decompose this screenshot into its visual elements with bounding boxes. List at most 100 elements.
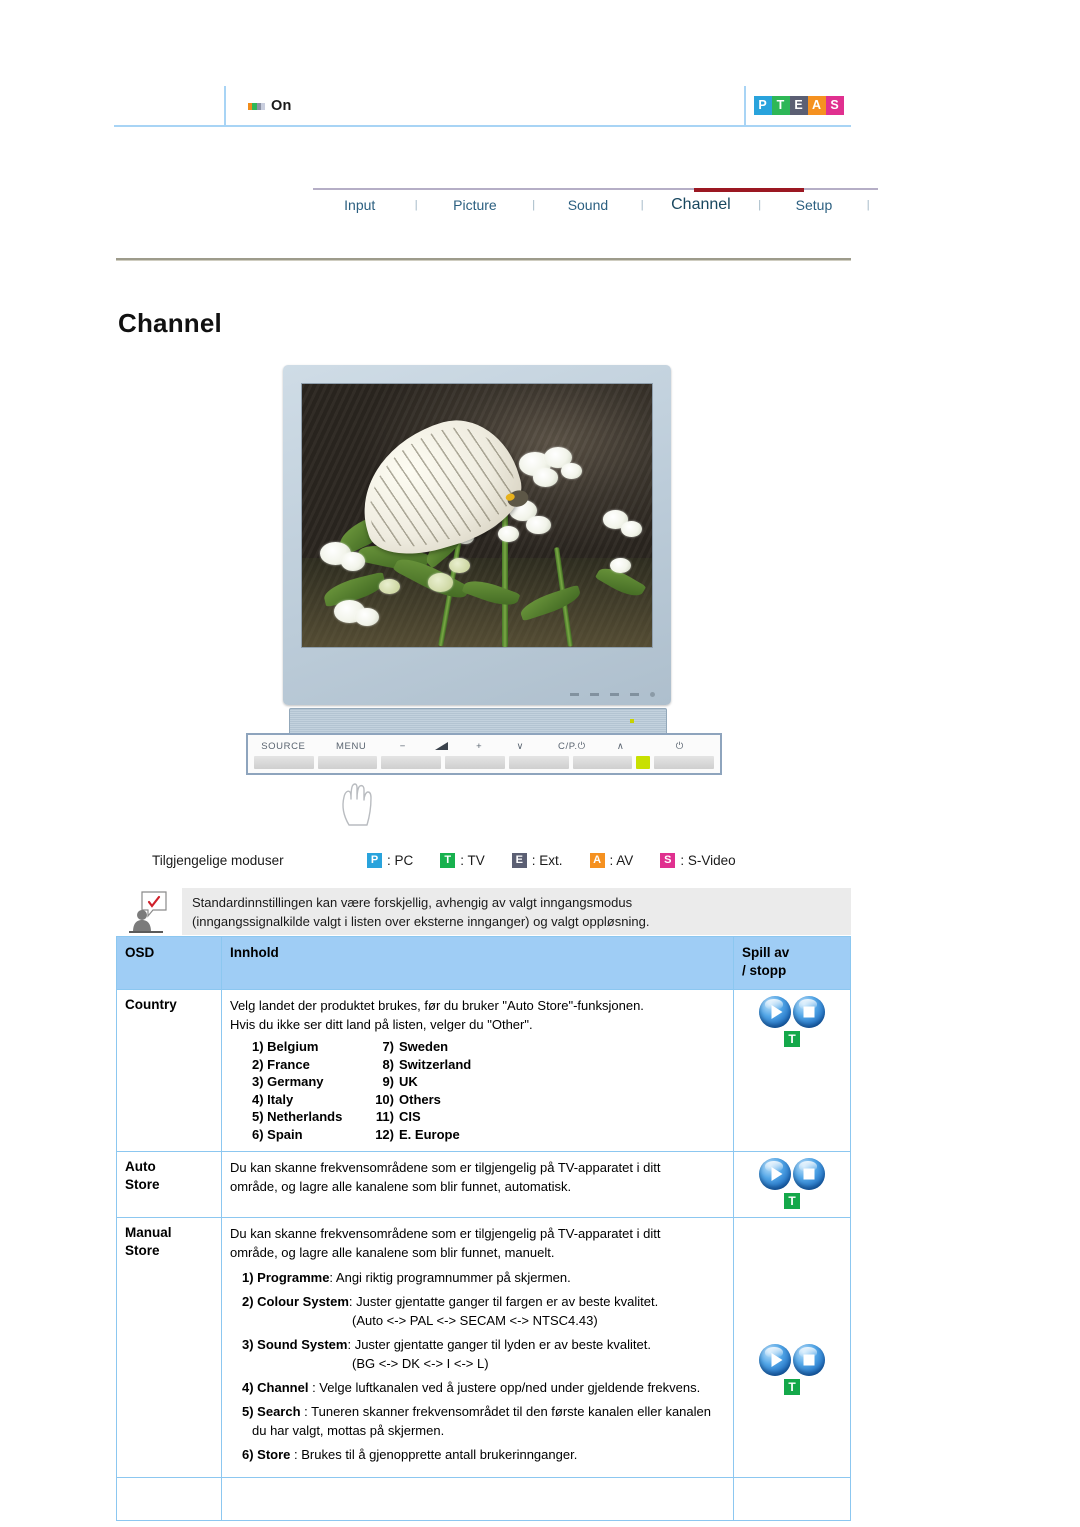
row-osd-country: Country	[116, 989, 222, 1152]
mode-badge-icon-t: T	[440, 852, 456, 868]
row-play-country: T	[733, 989, 851, 1152]
mode-badge-tv: T	[784, 1031, 800, 1047]
monitor-screen	[301, 383, 653, 648]
manual-store-step: 4) Channel : Velge luftkanalen ved å jus…	[242, 1380, 701, 1395]
header-play-line2: / stopp	[742, 963, 787, 978]
top-status-bar: On PTEAS	[114, 86, 851, 127]
tab-sound[interactable]: Sound	[543, 197, 632, 213]
row-play-empty	[733, 1477, 851, 1521]
note-text: Standardinnstillingen kan være forskjell…	[182, 888, 851, 935]
logo-letter-p: P	[753, 96, 772, 115]
mode-e: E: Ext.	[511, 852, 563, 868]
manual-store-step: 5) Search : Tuneren skanner frekvensområ…	[242, 1404, 711, 1438]
table-row	[116, 1477, 851, 1521]
note-person-check-icon	[116, 888, 182, 935]
osd-label-line1: Manual	[125, 1225, 172, 1240]
tab-setup[interactable]: Setup	[769, 197, 858, 213]
tab-separator: |	[640, 199, 644, 211]
stand-led-icon	[630, 719, 634, 723]
header-play-stop: Spill av / stopp	[733, 936, 851, 990]
section-divider	[116, 258, 851, 261]
osd-label-line2: Store	[125, 1243, 160, 1258]
mode-s: S: S-Video	[660, 852, 736, 868]
country-item: 12) E. Europe	[375, 1126, 460, 1142]
country-item: 1) Belgium	[252, 1039, 319, 1054]
country-item: 3) Germany	[252, 1074, 324, 1089]
manual-store-step: 3) Sound System: Juster gjentatte ganger…	[230, 1335, 725, 1373]
volume-down-button[interactable]	[381, 756, 442, 769]
logo-letter-s: S	[825, 96, 844, 115]
row-play-manual-store: T	[733, 1217, 851, 1478]
osd-label-line1: Auto	[125, 1159, 156, 1174]
stop-icon[interactable]	[793, 1158, 825, 1190]
page-title: Channel	[118, 308, 222, 338]
manual-store-step: 6) Store : Brukes til å gjenopprette ant…	[242, 1447, 578, 1462]
control-label-0: SOURCE	[261, 740, 306, 752]
note-line-1: Standardinnstillingen kan være forskjell…	[192, 895, 633, 910]
manual-store-steps: 1) Programme: Angi riktig programnummer …	[230, 1268, 725, 1464]
manual-store-line-2: område, og lagre alle kanalene som blir …	[230, 1245, 555, 1260]
hand-pointer-icon	[337, 775, 383, 827]
header-left-cell	[114, 86, 226, 125]
monitor-front-markings	[570, 692, 655, 697]
header-play-line1: Spill av	[742, 945, 790, 960]
available-modes-label: Tilgjengelige moduser	[152, 852, 284, 868]
table-row: Auto Store Du kan skanne frekvensområden…	[116, 1151, 851, 1218]
stop-icon[interactable]	[793, 996, 825, 1028]
mode-t: T: TV	[440, 852, 485, 868]
country-item: 5) Netherlands	[252, 1109, 343, 1124]
mode-a: A: AV	[589, 852, 633, 868]
brand-logo: PTEAS	[746, 86, 851, 125]
play-icon[interactable]	[759, 1158, 791, 1190]
channel-up-button[interactable]	[572, 756, 633, 769]
country-item: 6) Spain	[252, 1126, 303, 1142]
tab-input[interactable]: Input	[313, 197, 406, 213]
control-label-2: −	[399, 740, 406, 752]
country-item: 7) Sweden	[382, 1039, 449, 1054]
logo-letter-e: E	[789, 96, 808, 115]
row-content-auto-store: Du kan skanne frekvensområdene som er ti…	[221, 1151, 734, 1218]
monitor-control-panel[interactable]: SOURCE MENU − + ∨ C/P.⏻ ∧ ⏻	[246, 733, 722, 775]
country-item: 2) France	[252, 1056, 310, 1072]
row-osd-empty	[116, 1477, 222, 1521]
control-label-4: +	[476, 740, 483, 752]
table-row: Manual Store Du kan skanne frekvensområd…	[116, 1217, 851, 1478]
row-content-manual-store: Du kan skanne frekvensområdene som er ti…	[221, 1217, 734, 1478]
play-icon[interactable]	[759, 996, 791, 1028]
manual-store-step-sub: (Auto <-> PAL <-> SECAM <-> NTSC4.43)	[352, 1313, 598, 1328]
volume-icon	[422, 741, 460, 752]
country-list: 1) Belgium 7) Sweden 2) France 8) Switzerland…	[230, 1038, 725, 1143]
note-line-2: (inngangssignalkilde valgt i listen over…	[192, 914, 650, 929]
country-item: 11) CIS	[375, 1109, 421, 1124]
tab-picture[interactable]: Picture	[426, 197, 524, 213]
note-box: Standardinnstillingen kan være forskjell…	[116, 888, 851, 935]
butterfly-photo	[302, 384, 652, 647]
country-intro-2: Hvis du ikke ser ditt land på listen, ve…	[230, 1017, 533, 1032]
auto-store-line-1: Du kan skanne frekvensområdene som er ti…	[230, 1160, 661, 1175]
country-item: 10) Others	[375, 1091, 441, 1107]
control-buttons-strip[interactable]	[254, 756, 715, 769]
manual-store-step: 2) Colour System: Juster gjentatte gange…	[230, 1292, 725, 1330]
channel-down-button[interactable]	[508, 756, 569, 769]
mode-label: : S-Video	[680, 852, 736, 868]
header-osd: OSD	[116, 936, 222, 990]
mode-badge-icon-a: A	[589, 852, 605, 868]
country-item: 4) Italy	[252, 1091, 294, 1107]
play-icon[interactable]	[759, 1344, 791, 1376]
table-header-row: OSD Innhold Spill av / stopp	[116, 936, 851, 990]
row-osd-manual-store: Manual Store	[116, 1217, 222, 1478]
main-tabs[interactable]: Input | Picture | Sound | Channel | Setup |	[313, 188, 878, 228]
control-label-6: C/P.⏻	[558, 740, 586, 752]
volume-up-button[interactable]	[445, 756, 505, 769]
available-modes-row: Tilgjengelige moduser P: PC T: TV E: Ext. A…	[152, 848, 852, 872]
source-button[interactable]	[254, 756, 314, 769]
control-label-7: ∧	[616, 740, 625, 752]
status-label: On	[271, 97, 292, 114]
power-button[interactable]	[654, 756, 715, 769]
logo-letter-t: T	[771, 96, 790, 115]
menu-button[interactable]	[317, 756, 378, 769]
mode-badge-icon-s: S	[660, 852, 676, 868]
mode-badge-icon-e: E	[511, 852, 527, 868]
tab-channel[interactable]: Channel	[652, 196, 750, 214]
stop-icon[interactable]	[793, 1344, 825, 1376]
